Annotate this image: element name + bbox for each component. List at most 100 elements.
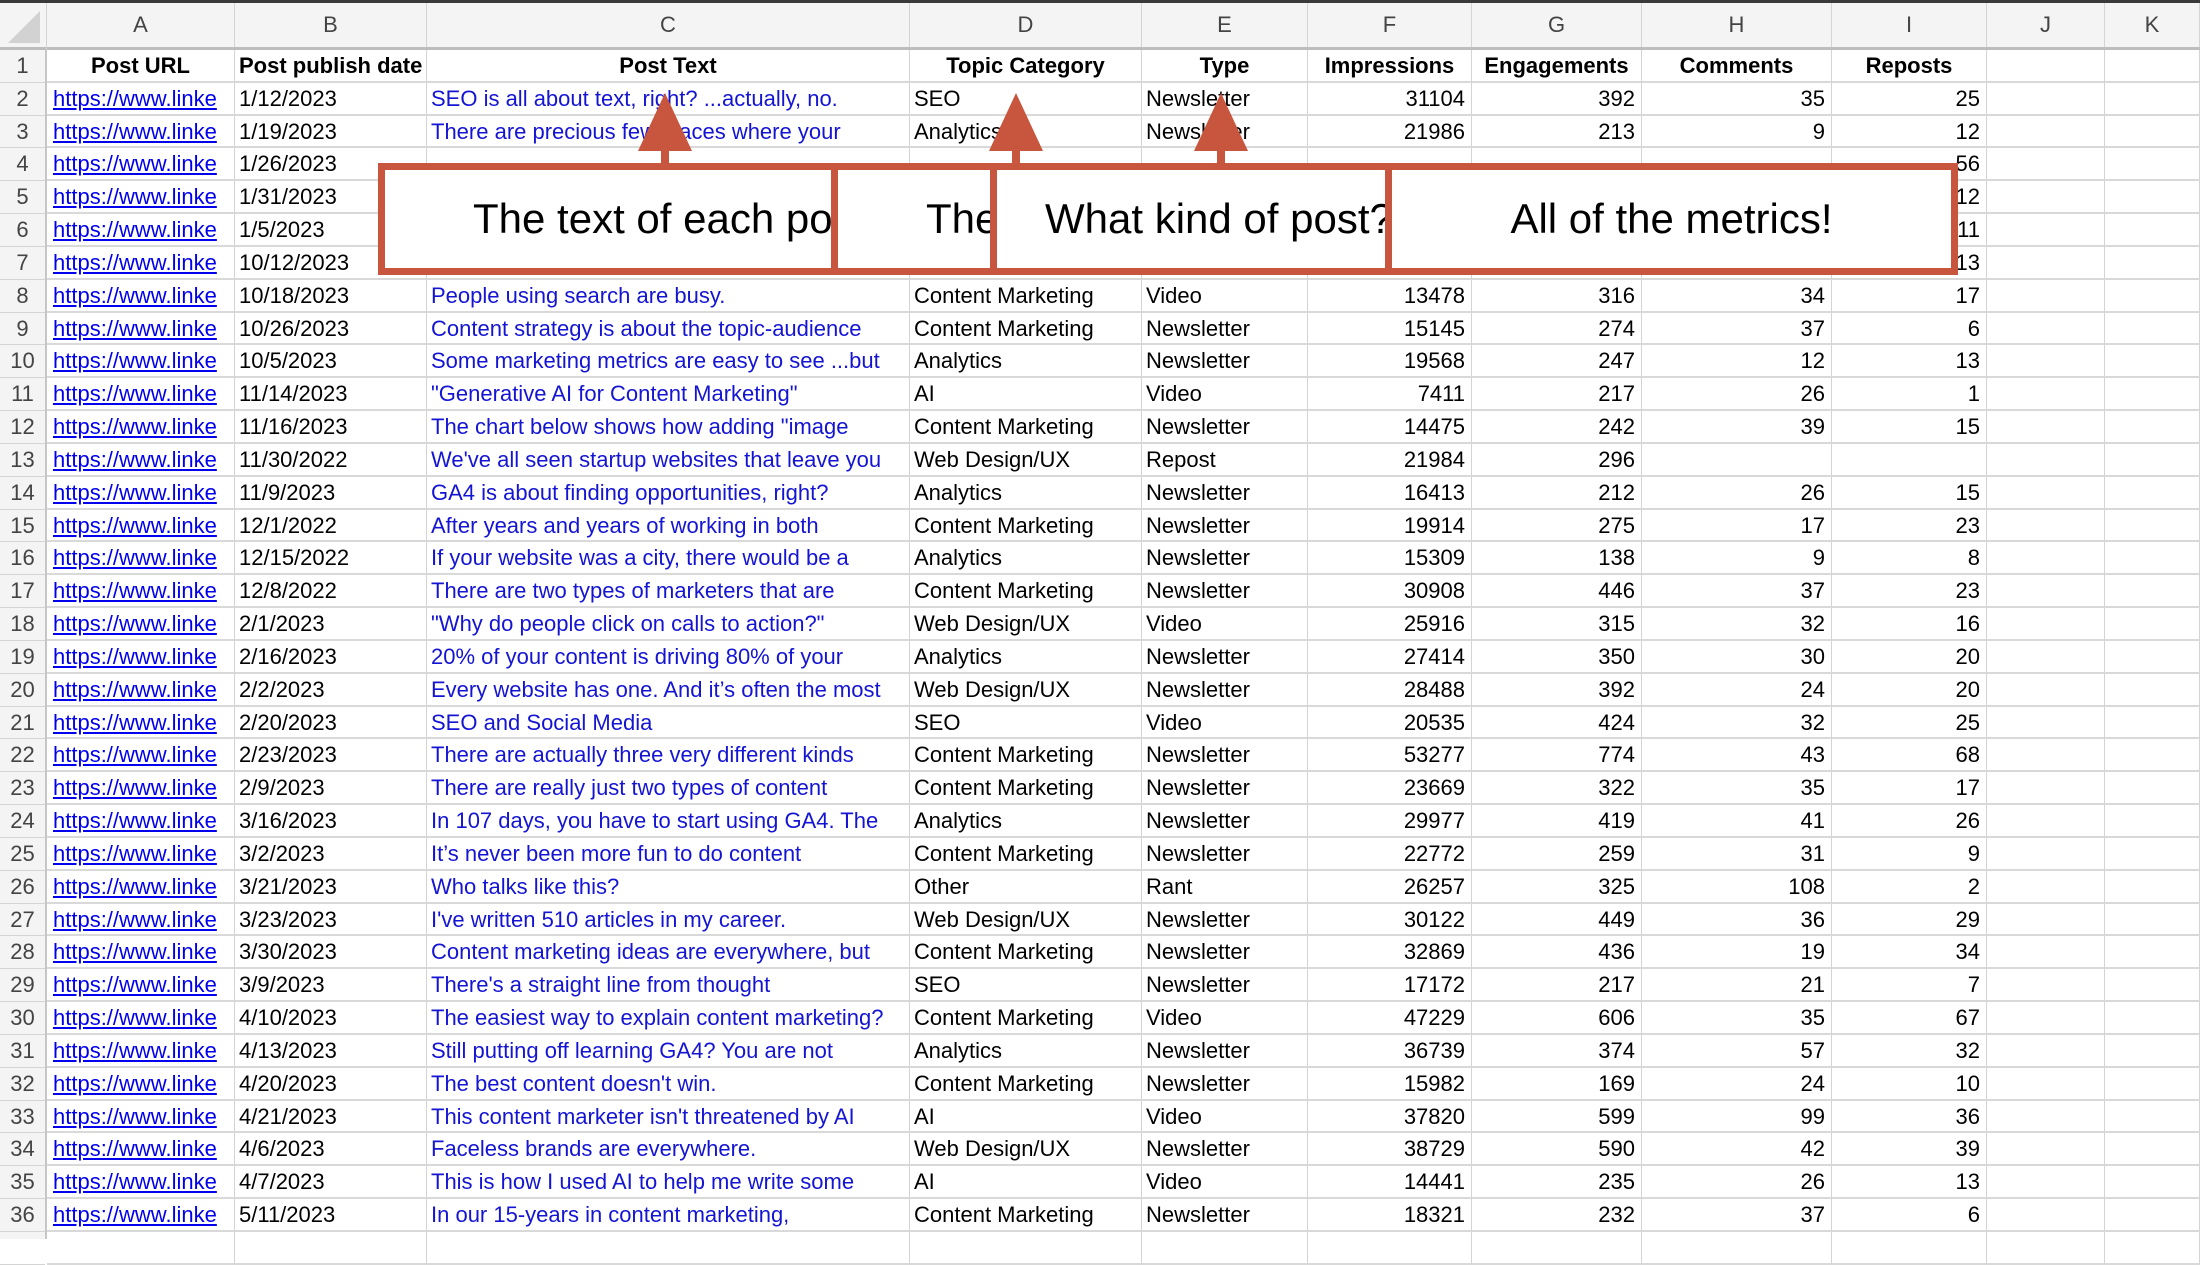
cell-empty[interactable] (2105, 640, 2200, 674)
row-number[interactable]: 19 (0, 641, 45, 674)
cell-empty[interactable] (2105, 739, 2200, 773)
cell-empty[interactable] (1987, 378, 2105, 412)
cell-post-url[interactable]: https://www.linke (47, 969, 235, 1003)
header-cell-comments[interactable]: Comments (1642, 50, 1832, 83)
cell-empty[interactable] (2105, 82, 2200, 116)
cell-topic-category[interactable]: Web Design/UX (910, 1133, 1142, 1167)
cell-topic-category[interactable]: AI (910, 1100, 1142, 1134)
cell-engagements[interactable]: 322 (1472, 772, 1642, 806)
cell-reposts[interactable]: 13 (1832, 1166, 1987, 1200)
column-header-j[interactable]: J (1987, 3, 2105, 47)
cell-impressions[interactable]: 30908 (1308, 575, 1472, 609)
cell-impressions[interactable]: 19914 (1308, 509, 1472, 543)
cell-impressions[interactable]: 36739 (1308, 1034, 1472, 1068)
cell-impressions[interactable]: 32869 (1308, 936, 1472, 970)
cell-comments[interactable]: 19 (1642, 936, 1832, 970)
row-number[interactable]: 16 (0, 542, 45, 576)
row-number[interactable]: 34 (0, 1133, 45, 1167)
cell-post-type[interactable]: Newsletter (1142, 1133, 1308, 1167)
cell-empty[interactable] (1987, 1034, 2105, 1068)
cell-engagements[interactable]: 213 (1472, 115, 1642, 149)
cell-empty[interactable] (1987, 673, 2105, 707)
cell-post-url[interactable]: https://www.linke (47, 148, 235, 182)
cell-post-text[interactable]: Some marketing metrics are easy to see .… (427, 345, 910, 379)
cell[interactable] (1832, 1231, 1987, 1265)
row-number[interactable]: 29 (0, 969, 45, 1003)
row-number[interactable]: 9 (0, 313, 45, 346)
cell-reposts[interactable]: 29 (1832, 903, 1987, 937)
cell-topic-category[interactable]: Content Marketing (910, 936, 1142, 970)
cell-comments[interactable]: 31 (1642, 837, 1832, 871)
cell-reposts[interactable]: 32 (1832, 1034, 1987, 1068)
column-header-c[interactable]: C (427, 3, 910, 47)
cell-comments[interactable]: 39 (1642, 411, 1832, 444)
cell-post-text[interactable]: "Why do people click on calls to action?… (427, 608, 910, 641)
cell-post-url[interactable]: https://www.linke (47, 1100, 235, 1134)
cell-empty[interactable] (1987, 542, 2105, 576)
cell-publish-date[interactable]: 2/1/2023 (235, 608, 427, 641)
cell-empty[interactable] (2105, 1002, 2200, 1035)
cell-engagements[interactable]: 436 (1472, 936, 1642, 970)
row-number[interactable]: 15 (0, 510, 45, 543)
cell-comments[interactable] (1642, 443, 1832, 477)
cell-empty[interactable] (1987, 148, 2105, 182)
cell-reposts[interactable]: 15 (1832, 411, 1987, 444)
cell-engagements[interactable]: 449 (1472, 903, 1642, 937)
cell-publish-date[interactable]: 3/21/2023 (235, 870, 427, 904)
cell-comments[interactable]: 9 (1642, 542, 1832, 576)
cell-empty[interactable] (2105, 837, 2200, 871)
cell-publish-date[interactable]: 10/5/2023 (235, 345, 427, 379)
cell-post-text[interactable]: There's a straight line from thought (427, 969, 910, 1003)
row-number[interactable]: 35 (0, 1166, 45, 1200)
cell-comments[interactable]: 26 (1642, 476, 1832, 510)
cell-empty[interactable] (2105, 181, 2200, 215)
cell-engagements[interactable]: 169 (1472, 1067, 1642, 1101)
row-number[interactable]: 7 (0, 247, 45, 280)
cell-publish-date[interactable]: 3/2/2023 (235, 837, 427, 871)
cell-reposts[interactable]: 6 (1832, 1199, 1987, 1232)
cell-comments[interactable]: 26 (1642, 1166, 1832, 1200)
cell-topic-category[interactable]: Content Marketing (910, 312, 1142, 346)
cell-post-type[interactable]: Video (1142, 1002, 1308, 1035)
cell-empty[interactable] (1987, 411, 2105, 444)
cell-post-url[interactable]: https://www.linke (47, 181, 235, 215)
cell-reposts[interactable]: 68 (1832, 739, 1987, 773)
cell-impressions[interactable]: 22772 (1308, 837, 1472, 871)
cell-reposts[interactable]: 39 (1832, 1133, 1987, 1167)
cell-empty[interactable] (2105, 476, 2200, 510)
cell-post-type[interactable]: Rant (1142, 870, 1308, 904)
column-header-e[interactable]: E (1142, 3, 1308, 47)
cell-post-type[interactable]: Newsletter (1142, 969, 1308, 1003)
cell-comments[interactable]: 43 (1642, 739, 1832, 773)
cell-comments[interactable]: 34 (1642, 279, 1832, 313)
cell-topic-category[interactable]: AI (910, 378, 1142, 412)
cell-comments[interactable]: 24 (1642, 1067, 1832, 1101)
cell-engagements[interactable]: 315 (1472, 608, 1642, 641)
cell-empty[interactable] (2105, 575, 2200, 609)
cell-impressions[interactable]: 27414 (1308, 640, 1472, 674)
cell-empty[interactable] (1987, 476, 2105, 510)
cell-reposts[interactable]: 2 (1832, 870, 1987, 904)
cell-post-type[interactable]: Newsletter (1142, 1034, 1308, 1068)
cell-comments[interactable]: 36 (1642, 903, 1832, 937)
cell-engagements[interactable]: 446 (1472, 575, 1642, 609)
cell-topic-category[interactable]: Content Marketing (910, 279, 1142, 313)
cell-engagements[interactable]: 296 (1472, 443, 1642, 477)
cell-reposts[interactable]: 17 (1832, 279, 1987, 313)
row-number[interactable]: 17 (0, 575, 45, 609)
header-cell-empty[interactable] (2105, 50, 2200, 83)
cell-impressions[interactable]: 38729 (1308, 1133, 1472, 1167)
row-number[interactable]: 31 (0, 1035, 45, 1068)
cell-empty[interactable] (1987, 115, 2105, 149)
cell-topic-category[interactable]: Content Marketing (910, 1067, 1142, 1101)
cell-empty[interactable] (1987, 805, 2105, 838)
cell-post-url[interactable]: https://www.linke (47, 345, 235, 379)
cell-comments[interactable]: 32 (1642, 706, 1832, 740)
row-number[interactable]: 18 (0, 608, 45, 641)
cell-impressions[interactable]: 16413 (1308, 476, 1472, 510)
cell-empty[interactable] (2105, 1100, 2200, 1134)
cell-post-type[interactable]: Video (1142, 1166, 1308, 1200)
cell-reposts[interactable]: 17 (1832, 772, 1987, 806)
cell-empty[interactable] (1987, 1166, 2105, 1200)
cell-post-type[interactable]: Newsletter (1142, 903, 1308, 937)
